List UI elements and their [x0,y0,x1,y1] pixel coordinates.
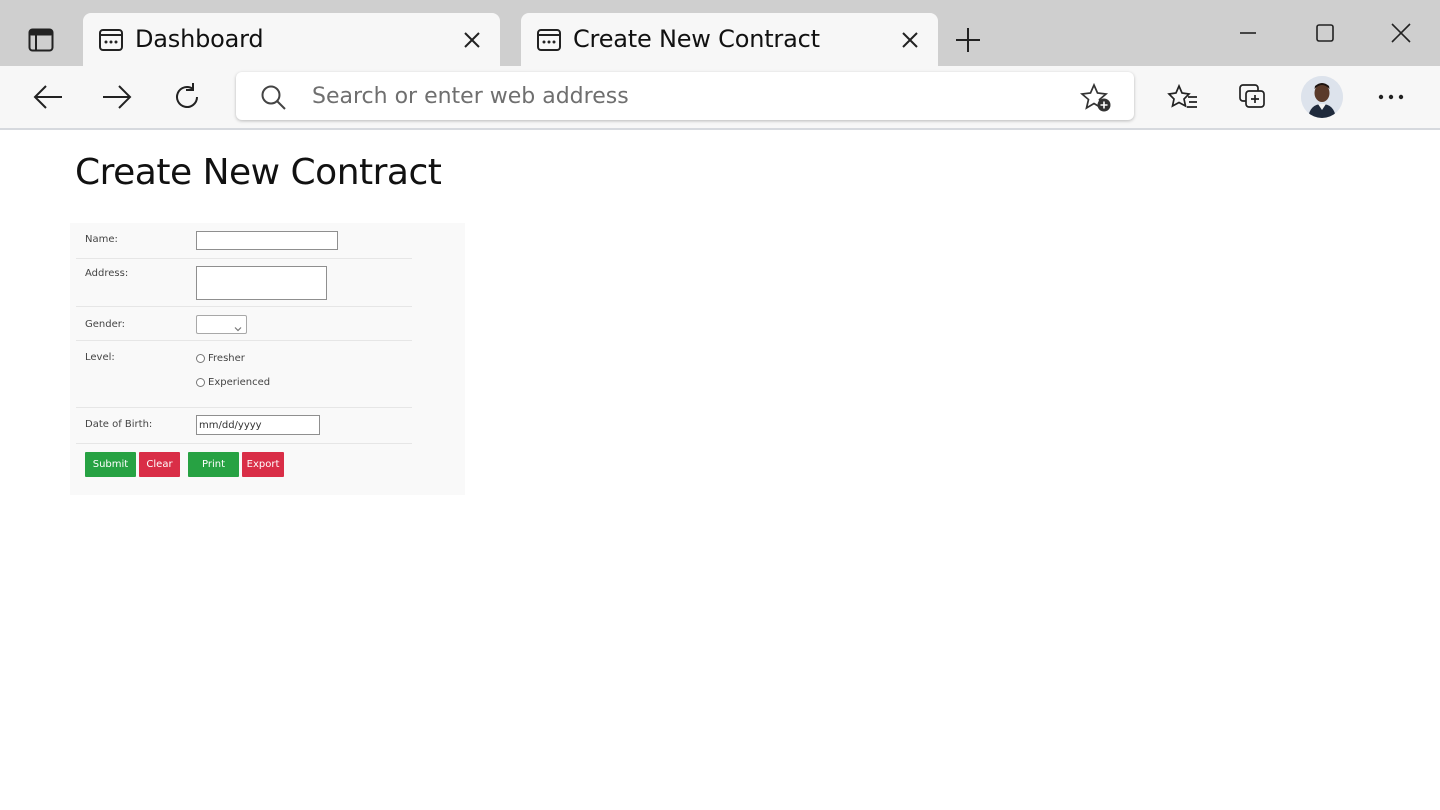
print-button[interactable]: Print [188,452,239,477]
gender-label: Gender: [85,319,126,330]
dob-label: Date of Birth: [85,419,153,430]
dashboard-tab-icon [535,26,563,54]
gender-row: Gender: [76,307,412,341]
level-label: Level: [85,352,115,363]
tab-actions-icon[interactable] [22,24,60,56]
name-input[interactable] [196,231,338,250]
name-label: Name: [85,234,118,245]
favorites-icon[interactable] [1166,80,1200,114]
chevron-down-icon [233,319,243,332]
dob-row: Date of Birth: [76,408,412,444]
reload-icon[interactable] [170,80,204,114]
tab-dashboard[interactable]: Dashboard [83,13,500,66]
new-tab-plus-icon[interactable] [952,24,984,56]
address-bar[interactable] [236,72,1134,120]
forward-arrow-icon[interactable] [100,80,134,114]
browser-toolbar [0,66,1440,130]
tab-strip: Dashboard Create New Contract [0,0,1440,66]
contract-form: Name: Address: Gender: Level: Fresher Ex… [70,223,465,495]
level-radio-fresher[interactable]: Fresher [196,351,245,365]
gender-select[interactable] [196,315,247,334]
tab-label: Create New Contract [573,25,820,53]
radio-label: Fresher [208,352,245,364]
search-icon [260,84,288,110]
address-label: Address: [85,268,129,279]
back-arrow-icon[interactable] [31,80,65,114]
radio-button[interactable] [196,377,205,387]
export-button[interactable]: Export [242,452,284,477]
address-row: Address: [76,259,412,307]
level-radio-experienced[interactable]: Experienced [196,375,270,389]
dob-input[interactable] [196,415,320,435]
radio-button[interactable] [196,353,205,363]
tab-create-new-contract[interactable]: Create New Contract [521,13,938,66]
close-icon[interactable] [898,28,922,52]
window-close-icon[interactable] [1385,20,1417,46]
address-input[interactable] [312,81,1042,111]
clear-button[interactable]: Clear [139,452,180,477]
address-input[interactable] [196,266,327,300]
more-options-icon[interactable] [1374,80,1408,114]
tab-label: Dashboard [135,25,264,53]
submit-button[interactable]: Submit [85,452,136,477]
maximize-icon[interactable] [1309,20,1341,46]
add-favorite-star-icon[interactable] [1079,82,1112,113]
collections-icon[interactable] [1236,80,1270,114]
name-row: Name: [76,223,412,259]
minimize-icon[interactable] [1232,20,1264,46]
page-title: Create New Contract [75,152,442,193]
profile-avatar[interactable] [1301,76,1343,118]
radio-label: Experienced [208,376,271,388]
dashboard-tab-icon [97,26,125,54]
close-icon[interactable] [460,28,484,52]
level-row: Level: Fresher Experienced [76,341,412,408]
